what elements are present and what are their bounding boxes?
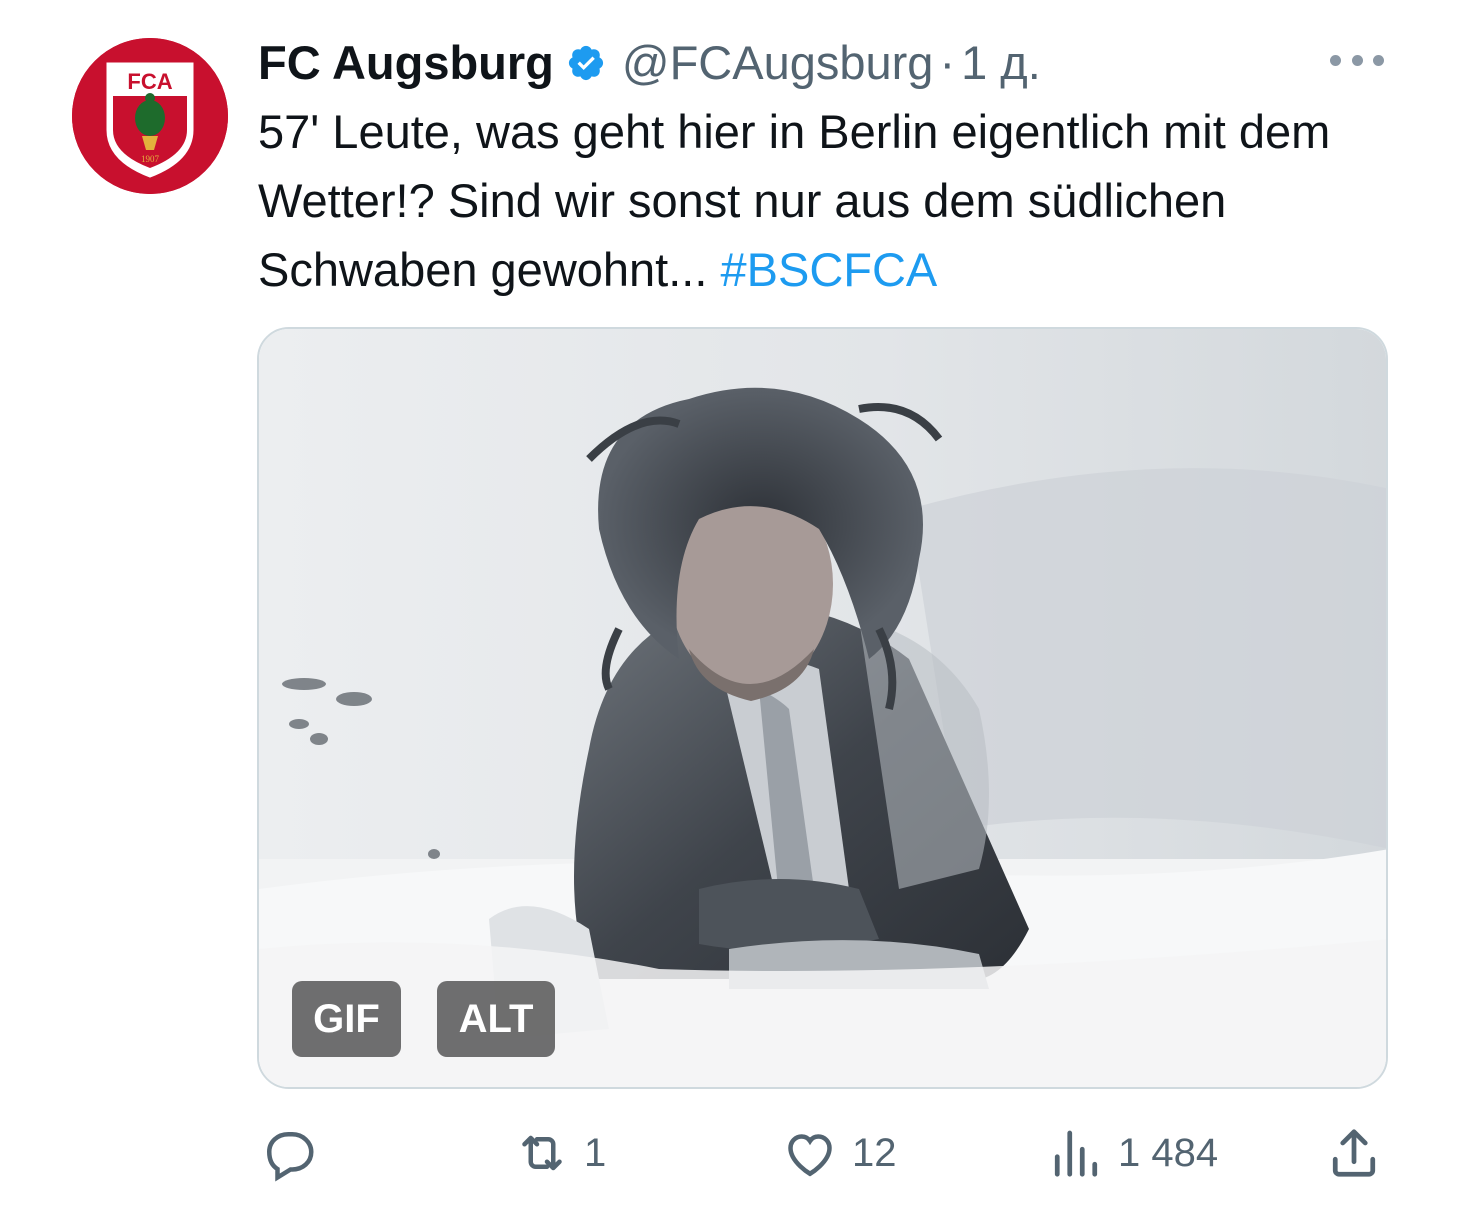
views-count: 1 484 xyxy=(1118,1130,1219,1175)
like-button[interactable]: 12 xyxy=(780,1118,897,1188)
tweet-header: FC Augsburg @FCAugsburg · 1 д. xyxy=(258,30,1041,96)
verified-badge-icon[interactable] xyxy=(566,43,606,83)
avatar[interactable]: FCA 1907 xyxy=(72,38,228,194)
tweet-card[interactable]: FCA 1907 FC Augsburg @FCAugsburg · 1 д. … xyxy=(0,0,1460,1222)
alt-text-badge[interactable]: ALT xyxy=(437,981,555,1057)
gif-badge[interactable]: GIF xyxy=(292,981,401,1057)
share-button[interactable] xyxy=(1324,1118,1384,1188)
tweet-actions-bar: 1 12 1 484 xyxy=(258,1118,1388,1188)
reply-button[interactable] xyxy=(258,1118,318,1188)
share-icon xyxy=(1332,1129,1376,1177)
views-button[interactable]: 1 484 xyxy=(1046,1118,1218,1188)
retweet-count: 1 xyxy=(584,1130,607,1175)
reply-icon xyxy=(266,1132,314,1182)
tweet-text: 57' Leute, was geht hier in Berlin eigen… xyxy=(258,97,1388,304)
tweet-timestamp[interactable]: 1 д. xyxy=(961,30,1041,96)
author-name[interactable]: FC Augsburg xyxy=(258,30,554,96)
like-count: 12 xyxy=(852,1130,897,1175)
retweet-icon xyxy=(522,1135,562,1171)
logo-text: FCA xyxy=(127,69,172,94)
separator-dot: · xyxy=(939,36,956,89)
author-handle[interactable]: @FCAugsburg xyxy=(622,30,934,96)
views-icon xyxy=(1054,1130,1098,1177)
fca-crest-logo: FCA 1907 xyxy=(72,38,228,194)
heart-icon xyxy=(788,1134,832,1177)
more-options-icon[interactable] xyxy=(1330,48,1384,72)
retweet-button[interactable]: 1 xyxy=(512,1118,606,1188)
logo-year: 1907 xyxy=(141,154,160,164)
hashtag-link[interactable]: #BSCFCA xyxy=(720,243,937,296)
tweet-media-gif[interactable]: GIF ALT xyxy=(257,327,1388,1089)
gif-frame-image xyxy=(259,329,1386,1087)
